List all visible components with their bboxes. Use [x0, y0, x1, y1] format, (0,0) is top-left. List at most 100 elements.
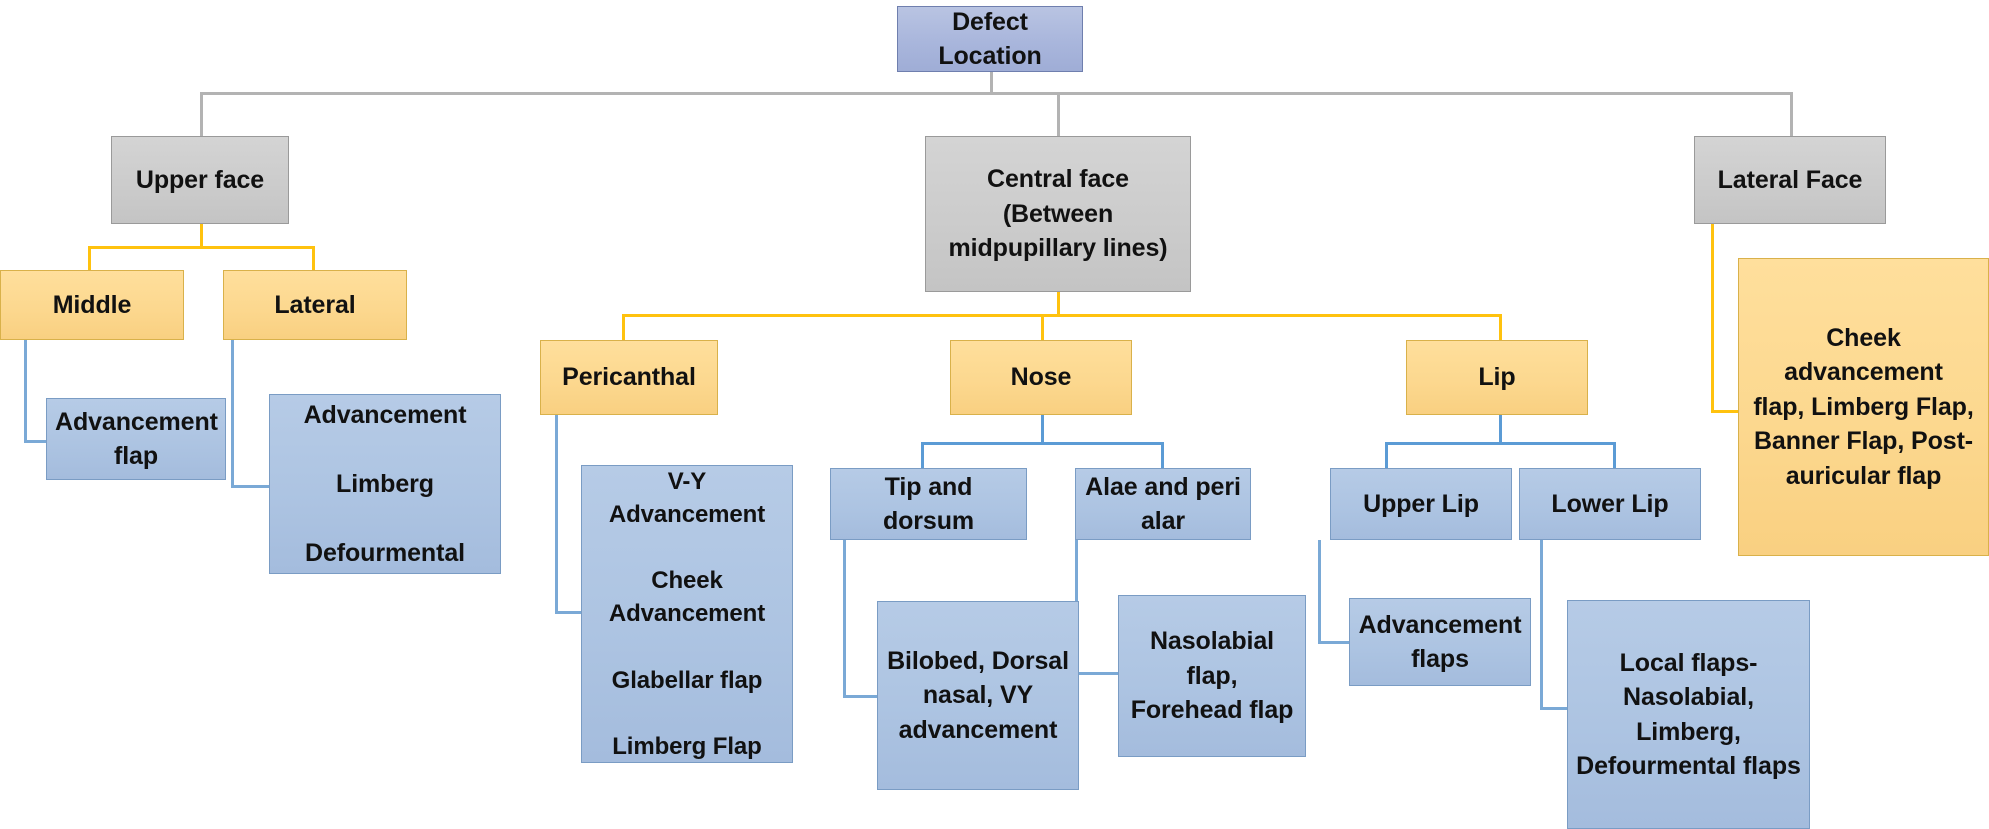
node-label: Pericanthal	[562, 363, 696, 392]
connector-middle-to-leaf	[24, 440, 46, 443]
node-upper-lateral[interactable]: Lateral	[223, 270, 407, 340]
connector-centralface-to-lip	[1499, 314, 1502, 340]
connector-lip-stem	[1499, 414, 1502, 442]
leaf-lateral-face-flaps[interactable]: Cheek advancement flap, Limberg Flap, Ba…	[1738, 258, 1989, 556]
connector-alae-to-leaf	[1075, 672, 1118, 675]
connector-tip-stem	[843, 540, 846, 695]
connector-upper-lateral-to-leaf	[231, 485, 269, 488]
node-label-line1: Central face (Between	[987, 165, 1129, 228]
node-label-line3: Defourmental flaps	[1576, 752, 1801, 780]
connector-upperface-to-middle	[88, 246, 91, 270]
node-label: Upper Lip	[1363, 489, 1479, 518]
node-alae-and-peri-alar[interactable]: Alae and peri alar	[1075, 468, 1251, 540]
node-upper-lip[interactable]: Upper Lip	[1330, 468, 1512, 540]
connector-centralface-to-pericanthal	[622, 314, 625, 340]
node-label: Nose	[1010, 363, 1072, 392]
connector-root-bus	[200, 92, 1790, 95]
leaf-upper-lip-flaps[interactable]: Advancement flaps	[1349, 598, 1531, 686]
connector-nose-stem	[1041, 414, 1044, 442]
node-label-line3: Defourmental	[305, 538, 465, 567]
node-label: Advancement flap	[55, 405, 218, 474]
connector-lip-to-lower-lip	[1613, 442, 1616, 468]
connector-middle-stem	[24, 340, 27, 440]
node-label-line2: flaps	[1411, 645, 1469, 673]
connector-lateral-face-stem	[1711, 222, 1714, 410]
connector-pericanthal-to-leaf	[555, 611, 581, 614]
connector-nose-to-tip	[921, 442, 924, 468]
node-label: Alae and peri alar	[1084, 470, 1242, 539]
connector-lower-lip-to-leaf	[1540, 707, 1567, 710]
node-label: Lower Lip	[1551, 489, 1669, 518]
node-label-line2: flap	[113, 442, 159, 470]
connector-upperface-stem	[200, 222, 203, 246]
node-label-line4: Glabellar flap	[611, 666, 763, 694]
node-label-line3: advancement	[898, 715, 1058, 744]
connector-root-to-lateral-face	[1790, 92, 1793, 136]
leaf-pericanthal-flaps[interactable]: V-Y Advancement Cheek Advancement Glabel…	[581, 465, 793, 763]
node-label: Defect Location	[938, 7, 1042, 71]
node-label-line1: Local flaps-	[1619, 648, 1758, 677]
node-label-line1: V-Y Advancement	[608, 468, 766, 529]
connector-nose-bus	[921, 442, 1161, 445]
node-pericanthal[interactable]: Pericanthal	[540, 340, 718, 415]
node-label: Nasolabial flap, Forehead flap	[1127, 624, 1297, 728]
node-central-face[interactable]: Central face (Between midpupillary lines…	[925, 136, 1191, 292]
node-label: Lateral Face	[1717, 165, 1863, 194]
node-label: Lateral	[274, 290, 356, 319]
node-label-line2: Nasolabial, Limberg,	[1623, 683, 1754, 746]
node-label-line2: nasal, VY	[922, 681, 1034, 710]
node-defect-location[interactable]: Defect Location	[897, 6, 1083, 72]
node-tip-and-dorsum[interactable]: Tip and dorsum	[830, 468, 1027, 540]
connector-lip-to-upper-lip	[1385, 442, 1388, 468]
connector-upper-lateral-stem	[231, 340, 234, 485]
node-label-line1: Advancement	[1358, 610, 1522, 639]
node-lateral-face[interactable]: Lateral Face	[1694, 136, 1886, 224]
node-label-line2: midpupillary lines)	[948, 234, 1168, 263]
node-label-line1: Bilobed, Dorsal	[887, 646, 1069, 675]
node-label: Central face (Between midpupillary lines…	[934, 162, 1182, 266]
node-label-line1: Nasolabial flap,	[1149, 627, 1275, 690]
node-label-line3: Banner Flap, Post-	[1753, 427, 1974, 456]
node-label-line4: auricular flap	[1785, 461, 1942, 490]
node-middle[interactable]: Middle	[0, 270, 184, 340]
leaf-middle-advancement-flap[interactable]: Advancement flap	[46, 398, 226, 480]
leaf-alae-flaps[interactable]: Nasolabial flap, Forehead flap	[1118, 595, 1306, 757]
node-label-line5: Limberg Flap	[612, 732, 762, 760]
node-label: Local flaps- Nasolabial, Limberg, Defour…	[1576, 646, 1801, 784]
node-label-line2: Limberg	[336, 469, 434, 498]
node-label-line2: Cheek	[651, 567, 723, 595]
node-label-line1: Advancement	[303, 400, 467, 429]
node-lip[interactable]: Lip	[1406, 340, 1588, 415]
node-upper-face[interactable]: Upper face	[111, 136, 289, 224]
node-label-line2: Forehead flap	[1130, 696, 1294, 725]
flowchart-canvas: Defect Location Upper face Central face …	[0, 0, 1989, 829]
node-label: Lip	[1478, 363, 1516, 392]
node-label: Upper face	[135, 165, 265, 194]
connector-root-to-upper-face	[200, 92, 203, 136]
connector-lateral-face-to-leaf	[1711, 410, 1738, 413]
connector-lower-lip-stem	[1540, 540, 1543, 707]
leaf-tip-and-dorsum-flaps[interactable]: Bilobed, Dorsal nasal, VY advancement	[877, 601, 1079, 790]
node-nose[interactable]: Nose	[950, 340, 1132, 415]
node-label: Advancement Limberg Defourmental	[278, 398, 492, 571]
node-label-line2: flap, Limberg Flap,	[1753, 392, 1974, 421]
node-label: Cheek advancement flap, Limberg Flap, Ba…	[1747, 321, 1980, 494]
connector-centralface-bus	[622, 314, 1499, 317]
connector-upperface-to-lateral	[312, 246, 315, 270]
connector-pericanthal-stem	[555, 415, 558, 611]
node-label-line1: Alae and peri	[1085, 472, 1241, 501]
connector-upper-lip-to-leaf	[1318, 641, 1349, 644]
leaf-lower-lip-flaps[interactable]: Local flaps- Nasolabial, Limberg, Defour…	[1567, 600, 1810, 829]
connector-tip-to-leaf	[843, 695, 877, 698]
connector-upper-lip-stem	[1318, 540, 1321, 641]
node-label-line1: Advancement	[55, 407, 218, 436]
node-label-line1: Cheek advancement	[1784, 323, 1943, 387]
connector-root-to-central-face	[1057, 92, 1060, 136]
leaf-upper-lateral-flaps[interactable]: Advancement Limberg Defourmental	[269, 394, 501, 574]
connector-nose-to-alae	[1161, 442, 1164, 468]
node-label-line3: Advancement	[608, 600, 766, 628]
connector-upperface-bus	[88, 246, 312, 249]
node-label-line2: alar	[1140, 507, 1186, 535]
node-lower-lip[interactable]: Lower Lip	[1519, 468, 1701, 540]
node-label: Bilobed, Dorsal nasal, VY advancement	[886, 644, 1070, 748]
